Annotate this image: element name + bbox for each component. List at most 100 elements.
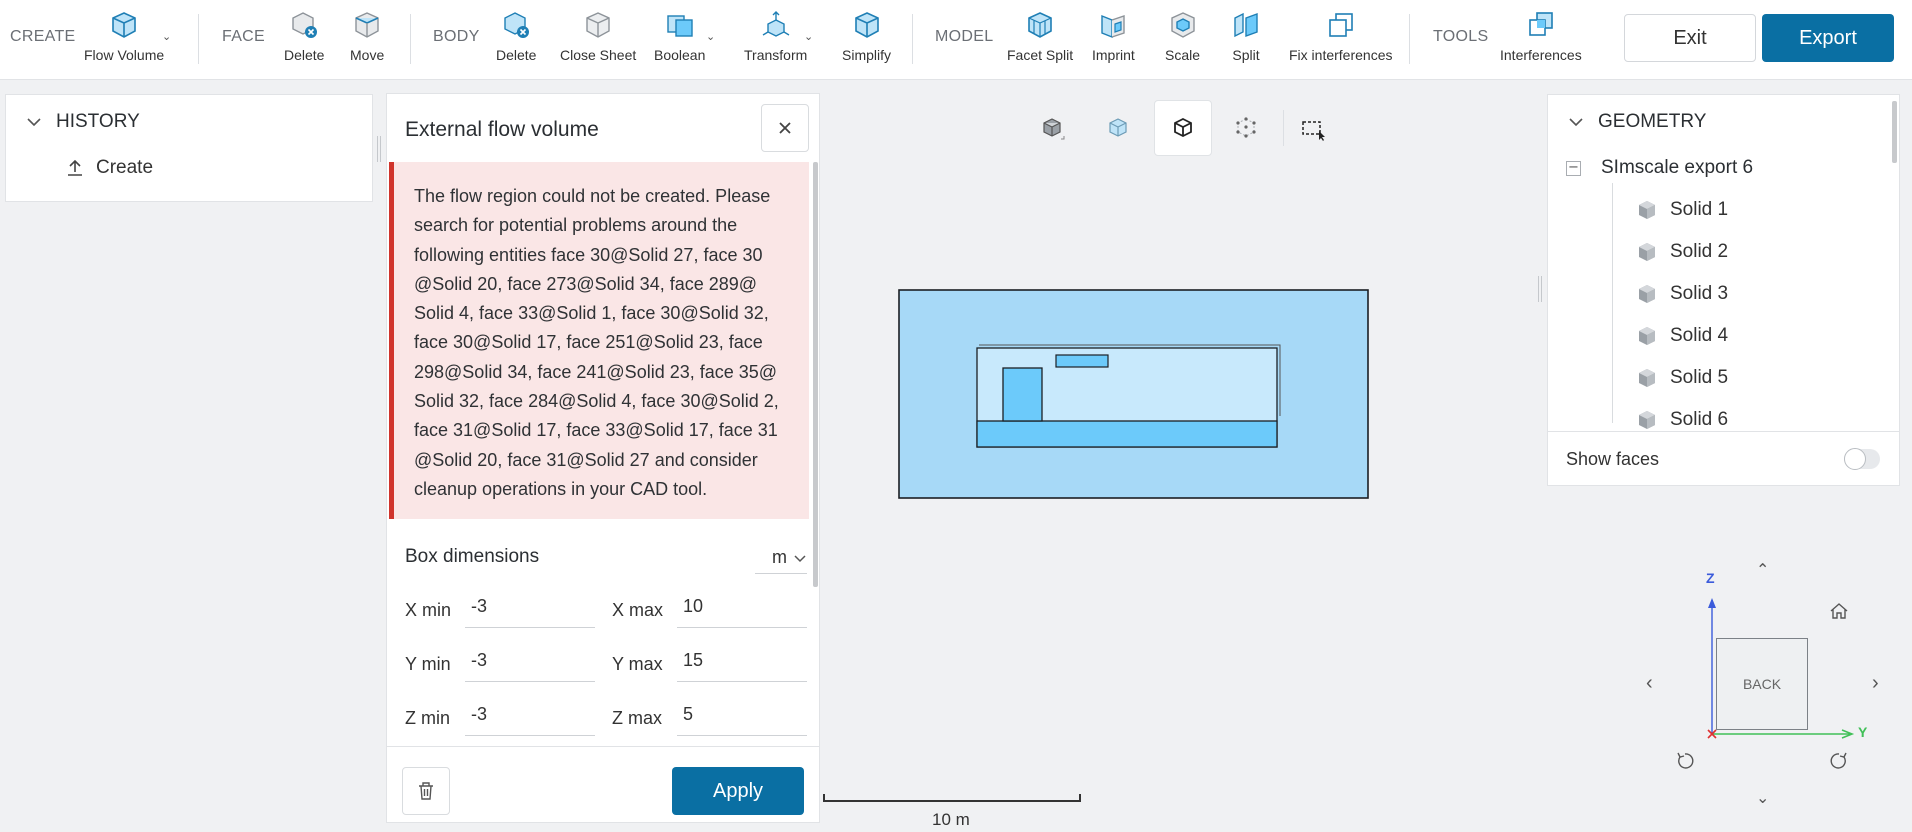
history-title: HISTORY [56,111,140,132]
y-axis-label: Y [1858,724,1868,740]
chevron-down-icon [1569,118,1583,127]
flow-volume-button[interactable]: Flow Volume [84,10,164,70]
face-delete-button[interactable]: Delete [284,10,324,70]
close-icon [779,122,791,134]
y-min-label: Y min [405,654,451,674]
scale-bar-label: 10 m [932,810,970,829]
wireframe-view-button[interactable] [1154,100,1212,156]
model-view[interactable] [895,285,1375,501]
face-move-label: Move [350,47,385,63]
trash-icon [419,782,433,800]
flow-volume-icon [112,12,136,38]
collapse-icon[interactable]: − [1566,160,1581,176]
y-max-label: Y max [612,654,663,674]
export-button[interactable]: Export [1762,14,1894,62]
fix-interferences-icon [1328,13,1353,37]
transform-icon [762,11,790,37]
imprint-icon [1101,14,1126,39]
geometry-item-solid-4[interactable]: Solid 4 [1636,325,1728,347]
geometry-resize-handle[interactable] [1538,276,1542,302]
geometry-item-solid-5[interactable]: Solid 5 [1636,367,1728,389]
boolean-button[interactable]: Boolean [654,10,705,70]
rotate-cw-icon[interactable] [1828,750,1850,772]
x-min-input[interactable] [465,586,595,628]
unit-select[interactable]: m [755,542,807,574]
face-delete-label: Delete [284,47,325,63]
model-base [976,420,1278,448]
boolean-dropdown-icon[interactable]: ⌄ [706,30,715,43]
z-min-input[interactable] [465,694,595,736]
geometry-item-solid-3[interactable]: Solid 3 [1636,283,1728,305]
geometry-root-label: SImscale export 6 [1601,157,1754,178]
geometry-item-solid-2[interactable]: Solid 2 [1636,241,1728,263]
interferences-label: Interferences [1500,47,1582,63]
z-max-label: Z max [612,708,663,728]
transform-dropdown-icon[interactable]: ⌄ [804,30,813,43]
geometry-item-label: Solid 5 [1670,367,1729,388]
y-max-input[interactable] [677,640,807,682]
close-sheet-button[interactable]: Close Sheet [560,10,636,70]
z-min-label: Z min [405,708,450,728]
boolean-icon [666,15,693,37]
geometry-header[interactable]: GEOMETRY [1568,111,1706,133]
fix-interferences-button[interactable]: Fix interferences [1289,10,1392,70]
view-cube-face-label: BACK [1742,676,1782,692]
simplify-button[interactable]: Simplify [842,10,891,70]
boolean-label: Boolean [654,47,706,63]
z-max-input[interactable] [677,694,807,736]
panel-scrollbar[interactable] [813,162,818,587]
imprint-button[interactable]: Imprint [1092,10,1135,70]
apply-button[interactable]: Apply [672,767,804,815]
toolbar-divider [410,14,411,64]
geometry-scrollbar[interactable] [1892,101,1897,163]
points-view-button[interactable] [1217,100,1275,156]
face-move-button[interactable]: Move [350,10,384,70]
section-label-body: BODY [433,28,480,45]
transparent-view-button[interactable] [1089,100,1147,156]
body-delete-button[interactable]: Delete [496,10,536,70]
solid-icon [1639,201,1655,219]
split-button[interactable]: Split [1231,10,1261,70]
box-select-button[interactable] [1284,100,1342,156]
solid-icon [1639,285,1655,303]
flow-panel-footer: Apply [387,746,819,822]
geometry-title: GEOMETRY [1598,111,1707,132]
model-block [1002,367,1043,422]
history-resize-handle[interactable] [377,136,381,162]
rotate-down-arrow-icon[interactable]: ⌄ [1756,788,1769,808]
exit-button[interactable]: Exit [1624,14,1756,62]
wireframe-view-icon [1174,117,1192,138]
rotate-left-arrow-icon[interactable]: ‹ [1646,672,1653,695]
history-item-create[interactable]: Create [66,157,153,179]
show-faces-label: Show faces [1566,449,1660,469]
geometry-panel: GEOMETRY − SImscale export 6 Solid 1 Sol… [1547,94,1900,486]
history-header[interactable]: HISTORY [26,111,140,133]
close-panel-button[interactable] [761,104,809,152]
history-panel: HISTORY Create [5,94,373,202]
solid-view-button[interactable] [1023,100,1081,156]
show-faces-toggle[interactable] [1844,448,1880,470]
close-sheet-icon [586,12,610,38]
x-max-input[interactable] [677,586,807,628]
section-label-face: FACE [222,28,265,45]
scale-bar [823,794,1081,802]
interferences-button[interactable]: Interferences [1500,10,1582,70]
chevron-down-icon [27,118,41,127]
flow-volume-dropdown-icon[interactable]: ⌄ [162,30,171,43]
scale-button[interactable]: Scale [1165,10,1200,70]
geometry-item-solid-1[interactable]: Solid 1 [1636,199,1728,221]
facet-split-button[interactable]: Facet Split [1007,10,1073,70]
body-delete-label: Delete [496,47,537,63]
geometry-root-node[interactable]: − SImscale export 6 [1566,157,1753,179]
solid-icon [1639,243,1655,261]
solid-view-icon [1043,118,1065,140]
delete-flow-volume-button[interactable] [402,767,450,815]
transparent-view-icon [1109,118,1127,137]
transform-button[interactable]: Transform [744,10,807,70]
solid-icon [1639,411,1655,429]
rotate-ccw-icon[interactable] [1674,750,1696,772]
section-label-model: MODEL [935,28,994,45]
geometry-item-solid-6[interactable]: Solid 6 [1636,409,1728,431]
view-cube-face[interactable]: BACK [1716,638,1808,730]
y-min-input[interactable] [465,640,595,682]
